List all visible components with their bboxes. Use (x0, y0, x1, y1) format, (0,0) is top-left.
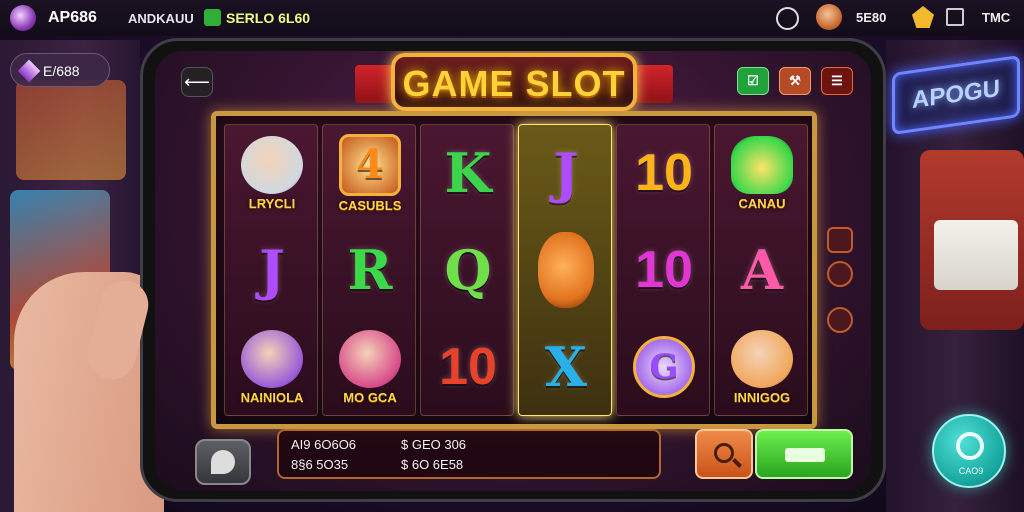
info-button[interactable] (827, 261, 853, 287)
arcade-screen-top (16, 80, 126, 180)
menu-icon[interactable] (946, 8, 964, 26)
spin-button[interactable] (755, 429, 853, 479)
back-arrow-icon: ⟵ (184, 71, 210, 92)
symbol-glyph: 4 (339, 133, 401, 196)
game-screen: ⟵ GAME SLOT ☑ ⚒ ☰ LRYCLI J NAINIOLA 4 CASUBL… (155, 51, 871, 491)
reel-symbol: G (617, 319, 711, 415)
reel-symbol: K (421, 125, 515, 221)
reel-5: 10 10 G (616, 124, 710, 416)
reel-symbol: 4 CASUBLS (323, 125, 417, 221)
symbol-label: CANAU (738, 195, 786, 211)
reel-3: K Q 10 (420, 124, 514, 416)
menu-button[interactable]: ☰ (821, 67, 853, 95)
symbol-glyph: Q (444, 238, 492, 302)
symbol-glyph: K (444, 141, 492, 205)
reel-4: JX (518, 124, 612, 416)
tools-button[interactable]: ⚒ (779, 67, 811, 95)
info-line2-left: 8§6 5O35 (291, 457, 349, 472)
reel-symbol: 10 (617, 125, 711, 221)
reel-symbol: CANAU (715, 125, 809, 221)
symbol-glyph: G (633, 336, 695, 398)
hamburger-icon: ☰ (831, 73, 843, 88)
slot-machine-decor (920, 150, 1024, 330)
share-button[interactable]: ☑ (737, 67, 769, 95)
notification-icon[interactable] (912, 6, 934, 28)
sound-button[interactable] (827, 307, 853, 333)
reel-symbol: 10 (617, 222, 711, 318)
reel-6: CANAU A INNIGOG (714, 124, 808, 416)
balance-text: 5E80 (856, 10, 887, 25)
undo-button[interactable] (195, 439, 251, 485)
floating-button-label: CAO9 (958, 466, 984, 476)
reel-symbol: X (519, 319, 613, 415)
reel-2: 4 CASUBLS R MO GCA (322, 124, 416, 416)
phone-frame: ⟵ GAME SLOT ☑ ⚒ ☰ LRYCLI J NAINIOLA 4 CASUBL… (140, 38, 886, 502)
symbol-label: NAINIOLA (240, 389, 304, 405)
chat-icon (211, 450, 235, 474)
floating-action-button[interactable]: CAO9 (932, 414, 1006, 488)
reels-frame: LRYCLI J NAINIOLA 4 CASUBLS R MO GCA K Q 10 J X 10 10… (211, 111, 817, 429)
reel-symbol (519, 222, 613, 318)
info-panel: AI9 6O6O6 $ GEO 306 8§6 5O35 $ 6O 6E58 (277, 429, 661, 479)
app-title: AP686 (48, 9, 97, 26)
info-line1-left: AI9 6O6O6 (291, 437, 357, 452)
reel-symbol: J (519, 125, 613, 221)
search-button[interactable] (695, 429, 753, 479)
symbol-glyph: J (553, 141, 579, 205)
slot-machine-window (934, 220, 1018, 290)
symbol-glyph: 10 (635, 241, 693, 299)
history-icon[interactable] (776, 7, 799, 30)
search-icon (714, 443, 734, 463)
currency-label: TMC (982, 10, 1011, 25)
app-subtitle: ANDKAUU (128, 11, 194, 26)
pumpkin-icon (538, 232, 594, 308)
symbol-glyph: A (741, 238, 783, 302)
reel-symbol: LRYCLI (225, 125, 319, 221)
gem-icon (17, 59, 41, 83)
symbol-label: CASUBLS (338, 197, 402, 213)
reel-symbol: Q (421, 222, 515, 318)
magician-portrait-icon (339, 329, 401, 388)
symbol-glyph: J (259, 238, 285, 302)
symbol-glyph: 10 (439, 338, 497, 396)
wizard-portrait-icon (241, 329, 303, 388)
share-icon: ☑ (747, 73, 759, 88)
reel-symbol: R (323, 222, 417, 318)
game-title: GAME SLOT (402, 63, 626, 104)
knight-portrait-icon (241, 135, 303, 194)
wallet-amount: E/688 (43, 63, 80, 79)
tools-icon: ⚒ (789, 73, 801, 88)
symbol-glyph: 10 (635, 144, 693, 202)
app-logo-icon[interactable] (10, 5, 36, 31)
reel-symbol: J (225, 222, 319, 318)
reel-symbol: 10 (421, 319, 515, 415)
symbol-label: INNIGOG (733, 389, 791, 405)
top-bar: AP686 ANDKAUU SERLO 6L60 5E80 TMC (0, 0, 1024, 36)
cat-portrait-icon (731, 329, 793, 388)
avatar[interactable] (816, 4, 842, 30)
symbol-glyph: X (545, 335, 587, 399)
reel-symbol: A (715, 222, 809, 318)
reel-symbol: NAINIOLA (225, 319, 319, 415)
money-bag-icon (731, 135, 793, 194)
symbol-glyph: R (347, 238, 393, 302)
info-line2-right: $ 6O 6E58 (401, 457, 464, 472)
symbol-label: MO GCA (343, 389, 397, 405)
reel-symbol: MO GCA (323, 319, 417, 415)
status-text: SERLO 6L60 (226, 10, 311, 26)
support-icon (956, 432, 984, 460)
status-icon (204, 9, 221, 26)
back-button[interactable]: ⟵ (181, 67, 213, 97)
symbol-label: LRYCLI (248, 195, 296, 211)
reel-1: LRYCLI J NAINIOLA (224, 124, 318, 416)
add-line-button[interactable] (827, 227, 853, 253)
spin-bar-icon (785, 448, 825, 462)
info-line1-right: $ GEO 306 (401, 437, 467, 452)
game-banner: GAME SLOT (355, 51, 673, 113)
reel-symbol: INNIGOG (715, 319, 809, 415)
wallet-badge[interactable]: E/688 (10, 53, 110, 87)
